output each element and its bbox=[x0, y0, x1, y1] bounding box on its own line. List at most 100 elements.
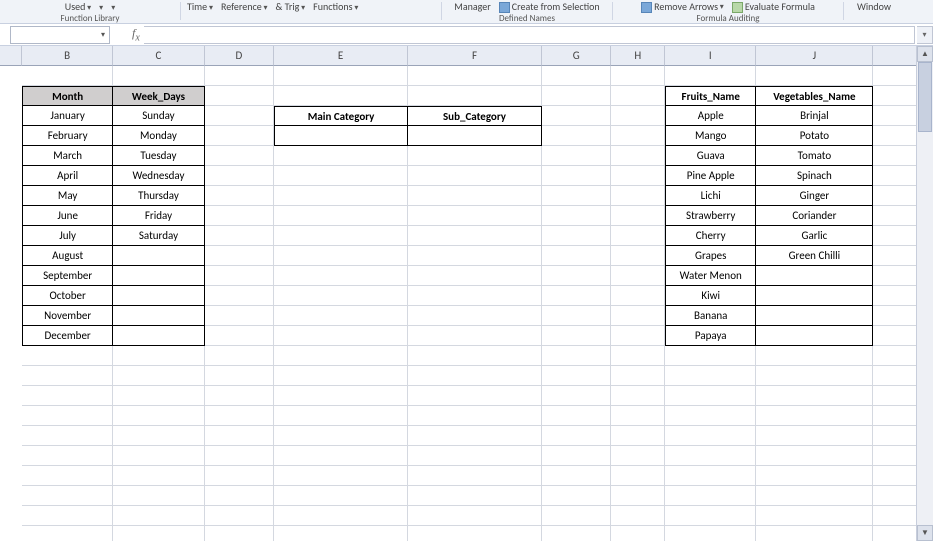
cell[interactable] bbox=[205, 506, 274, 526]
cell[interactable] bbox=[113, 426, 204, 446]
cell[interactable] bbox=[408, 366, 542, 386]
cell[interactable] bbox=[22, 526, 113, 541]
cell[interactable] bbox=[205, 86, 274, 106]
scroll-down-button[interactable]: ▼ bbox=[917, 525, 933, 541]
cell[interactable] bbox=[611, 146, 665, 166]
cell[interactable] bbox=[542, 266, 611, 286]
cell[interactable] bbox=[113, 286, 204, 306]
cell[interactable] bbox=[542, 206, 611, 226]
cell[interactable] bbox=[274, 86, 408, 106]
cell[interactable]: Brinjal bbox=[756, 106, 873, 126]
cell[interactable] bbox=[408, 206, 542, 226]
cell[interactable] bbox=[274, 226, 408, 246]
cell[interactable] bbox=[611, 86, 665, 106]
cell[interactable]: August bbox=[22, 246, 113, 266]
cell[interactable]: Month bbox=[22, 86, 113, 106]
cell[interactable] bbox=[756, 526, 873, 541]
cell[interactable] bbox=[756, 366, 873, 386]
cell[interactable] bbox=[205, 306, 274, 326]
cell[interactable] bbox=[22, 386, 113, 406]
cell[interactable] bbox=[113, 406, 204, 426]
more-functions-dropdown[interactable]: Functions bbox=[313, 0, 358, 13]
cell[interactable]: Guava bbox=[665, 146, 756, 166]
cell[interactable] bbox=[542, 326, 611, 346]
cell[interactable]: Friday bbox=[113, 206, 204, 226]
cell[interactable] bbox=[756, 446, 873, 466]
cell[interactable] bbox=[274, 146, 408, 166]
cell[interactable]: Tomato bbox=[756, 146, 873, 166]
cell[interactable]: Spinach bbox=[756, 166, 873, 186]
cell[interactable] bbox=[611, 226, 665, 246]
cell[interactable] bbox=[542, 146, 611, 166]
cell[interactable] bbox=[665, 526, 756, 541]
cell[interactable] bbox=[756, 386, 873, 406]
cell[interactable] bbox=[205, 326, 274, 346]
cell[interactable] bbox=[756, 506, 873, 526]
cell[interactable] bbox=[611, 206, 665, 226]
cell[interactable] bbox=[274, 466, 408, 486]
cell[interactable] bbox=[665, 446, 756, 466]
cell[interactable] bbox=[542, 466, 611, 486]
cell[interactable] bbox=[611, 486, 665, 506]
cell[interactable]: Wednesday bbox=[113, 166, 204, 186]
cell[interactable] bbox=[274, 186, 408, 206]
cell[interactable] bbox=[205, 146, 274, 166]
cell[interactable] bbox=[408, 86, 542, 106]
cell[interactable] bbox=[113, 246, 204, 266]
cell[interactable] bbox=[113, 306, 204, 326]
cell[interactable] bbox=[274, 66, 408, 86]
cell[interactable] bbox=[205, 166, 274, 186]
cell[interactable]: Potato bbox=[756, 126, 873, 146]
cell[interactable]: Kiwi bbox=[665, 286, 756, 306]
cell[interactable]: January bbox=[22, 106, 113, 126]
cell[interactable] bbox=[22, 486, 113, 506]
cell[interactable] bbox=[611, 386, 665, 406]
cell[interactable] bbox=[611, 426, 665, 446]
cell[interactable] bbox=[611, 266, 665, 286]
date-time-dropdown[interactable]: Time bbox=[187, 0, 213, 13]
cell[interactable] bbox=[22, 406, 113, 426]
name-box[interactable] bbox=[10, 26, 110, 44]
cell[interactable] bbox=[542, 526, 611, 541]
cell[interactable] bbox=[408, 246, 542, 266]
cell[interactable] bbox=[542, 226, 611, 246]
vertical-scrollbar[interactable]: ▲ ▼ bbox=[916, 46, 933, 541]
cell[interactable] bbox=[274, 346, 408, 366]
cell[interactable] bbox=[542, 426, 611, 446]
expand-formula-bar[interactable]: ▾ bbox=[917, 26, 933, 44]
cell[interactable] bbox=[611, 306, 665, 326]
cell[interactable]: Grapes bbox=[665, 246, 756, 266]
cell[interactable] bbox=[542, 506, 611, 526]
cell[interactable]: Fruits_Name bbox=[665, 86, 756, 106]
evaluate-formula-button[interactable]: Evaluate Formula bbox=[732, 0, 815, 14]
cell[interactable]: November bbox=[22, 306, 113, 326]
cell[interactable] bbox=[205, 286, 274, 306]
cell[interactable] bbox=[408, 146, 542, 166]
cell[interactable] bbox=[408, 186, 542, 206]
cell[interactable]: February bbox=[22, 126, 113, 146]
cell[interactable] bbox=[113, 486, 204, 506]
column-header-F[interactable]: F bbox=[408, 46, 542, 66]
cell[interactable] bbox=[205, 426, 274, 446]
cell[interactable]: Vegetables_Name bbox=[756, 86, 873, 106]
cell[interactable] bbox=[408, 506, 542, 526]
cell[interactable] bbox=[113, 446, 204, 466]
cell[interactable]: Saturday bbox=[113, 226, 204, 246]
cell[interactable] bbox=[611, 466, 665, 486]
cell[interactable] bbox=[205, 66, 274, 86]
cell[interactable] bbox=[274, 406, 408, 426]
cell[interactable] bbox=[542, 306, 611, 326]
cell[interactable] bbox=[542, 166, 611, 186]
cell[interactable] bbox=[408, 446, 542, 466]
cell[interactable] bbox=[665, 66, 756, 86]
cell[interactable] bbox=[113, 366, 204, 386]
column-header-C[interactable]: C bbox=[113, 46, 204, 66]
cell[interactable] bbox=[205, 386, 274, 406]
cell[interactable] bbox=[205, 486, 274, 506]
cell[interactable] bbox=[611, 246, 665, 266]
cell[interactable]: Banana bbox=[665, 306, 756, 326]
cell[interactable] bbox=[205, 186, 274, 206]
cell[interactable] bbox=[113, 506, 204, 526]
column-header-B[interactable]: B bbox=[22, 46, 113, 66]
cell[interactable] bbox=[274, 206, 408, 226]
